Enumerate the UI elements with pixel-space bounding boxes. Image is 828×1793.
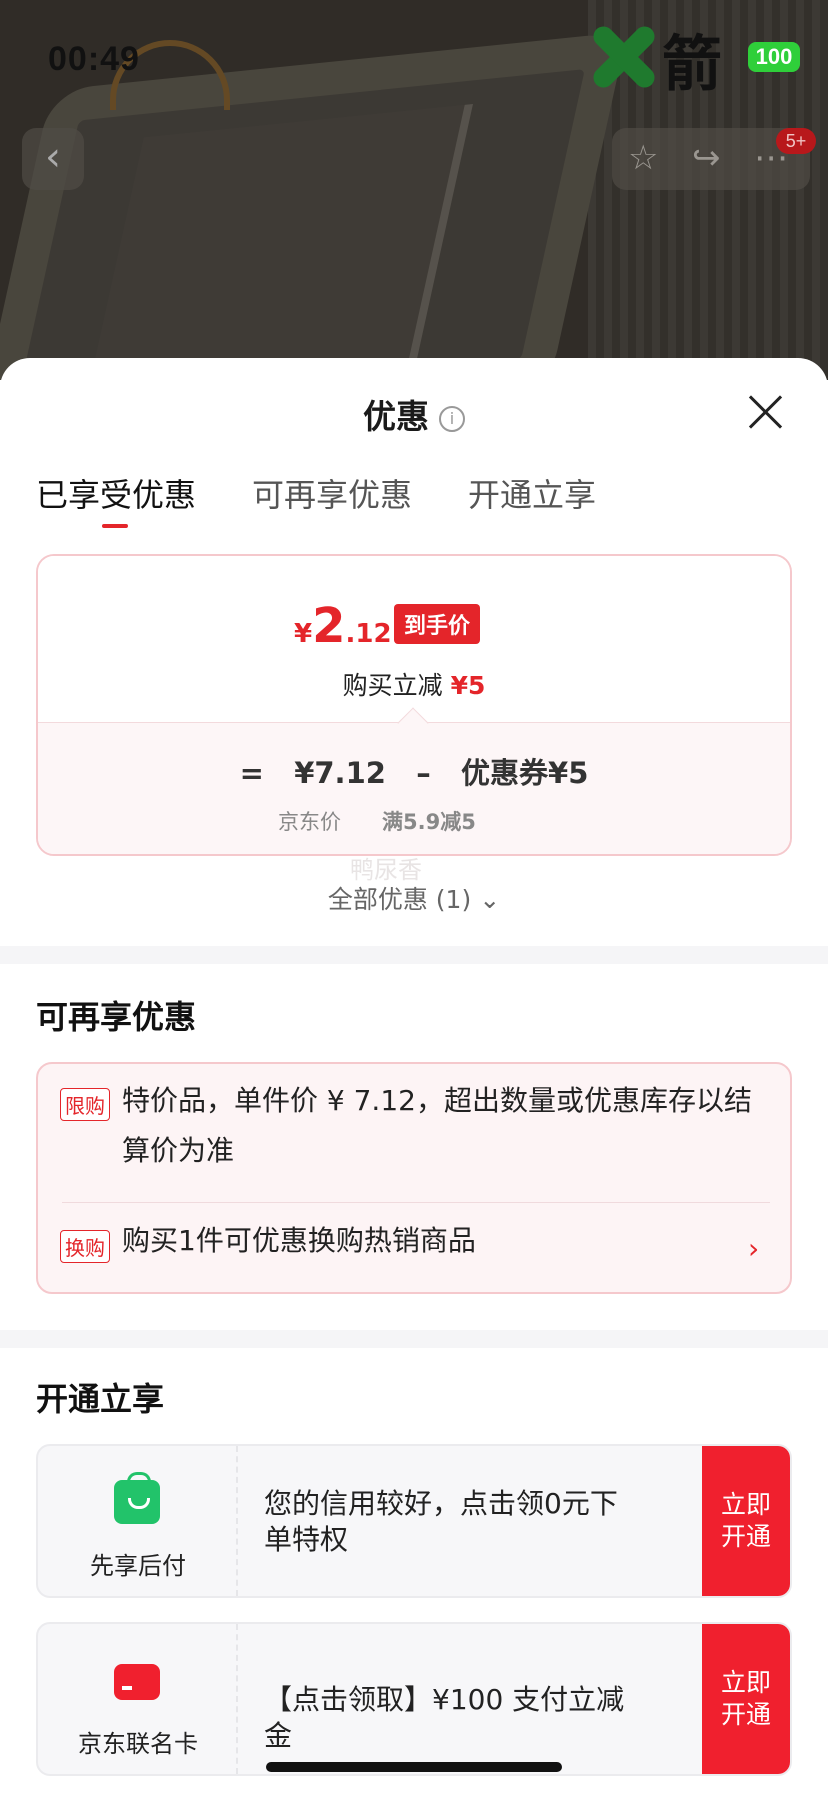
activate-section-title: 开通立享 (36, 1380, 165, 1418)
more-promo-card: 限购 特价品，单件价 ¥ 7.12，超出数量或优惠库存以结算价为准 换购 购买1… (36, 1062, 792, 1294)
final-price-card: ¥2.12 到手价 购买立减 ¥5 = ¥7.12 – 优惠券¥5 京东价 满5.… (36, 554, 792, 856)
more-section-title: 可再享优惠 (36, 998, 197, 1036)
all-promotions-link[interactable]: 全部优惠 (1) ⌄ (0, 880, 828, 916)
pay-later-label: 先享后付 (90, 1552, 186, 1580)
promotion-sheet: 优惠 i 已享受优惠 可再享优惠 开通立享 ¥2.12 到手价 购买立减 ¥5 = … (0, 358, 828, 1793)
chevron-down-icon: ⌄ (479, 885, 501, 914)
shopping-bag-icon (114, 1472, 160, 1524)
exchange-tag: 换购 (60, 1230, 110, 1263)
star-icon[interactable]: ☆ (628, 138, 658, 178)
instant-discount: 购买立减 ¥5 (342, 671, 486, 700)
sheet-title: 优惠 i (0, 390, 828, 438)
info-icon[interactable]: i (439, 406, 465, 432)
pay-later-card: 先享后付 您的信用较好，点击领0元下单特权 立即开通 (36, 1444, 792, 1598)
final-price-tag: 到手价 (394, 604, 481, 644)
back-button[interactable]: ‹ (22, 128, 84, 190)
notification-badge: 5+ (776, 128, 816, 154)
pay-later-desc: 您的信用较好，点击领0元下单特权 (264, 1487, 618, 1556)
tab-activate[interactable]: 开通立享 (468, 470, 596, 516)
section-divider (0, 946, 828, 964)
tab-more[interactable]: 可再享优惠 (252, 470, 412, 516)
share-icon[interactable]: ↪ (692, 138, 721, 178)
close-button[interactable] (748, 394, 784, 430)
promo-tabs: 已享受优惠 可再享优惠 开通立享 (36, 470, 596, 528)
co-brand-activate-button[interactable]: 立即开通 (702, 1624, 790, 1774)
price-calculation: = ¥7.12 – 优惠券¥5 (239, 756, 589, 790)
limit-tag: 限购 (60, 1088, 110, 1121)
watermark-logo-icon (584, 18, 664, 92)
section-divider (0, 1330, 828, 1348)
status-time: 00:49 (48, 40, 140, 78)
chevron-right-icon[interactable]: › (748, 1232, 759, 1265)
pay-later-activate-button[interactable]: 立即开通 (702, 1446, 790, 1596)
co-brand-card-desc: 【点击领取】¥100 支付立减金 (264, 1683, 625, 1752)
battery-indicator: 100 (748, 42, 800, 72)
tab-enjoyed[interactable]: 已享受优惠 (36, 470, 196, 528)
exchange-promo-text[interactable]: 购买1件可优惠换购热销商品 (122, 1216, 476, 1266)
base-price-label: 京东价 (278, 810, 341, 834)
sheet-title-text: 优惠 (363, 397, 429, 436)
final-price: ¥2.12 (294, 598, 392, 654)
limit-promo-text: 特价品，单件价 ¥ 7.12，超出数量或优惠库存以结算价为准 (122, 1084, 752, 1167)
chevron-left-icon: ‹ (45, 134, 61, 180)
coupon-condition-label: 满5.9减5 (382, 810, 476, 834)
watermark-text: 箭 (662, 30, 722, 100)
home-indicator[interactable] (266, 1762, 562, 1772)
co-brand-card: 京东联名卡 【点击领取】¥100 支付立减金 立即开通 (36, 1622, 792, 1776)
co-brand-card-label: 京东联名卡 (78, 1730, 198, 1758)
credit-card-icon (114, 1664, 160, 1700)
